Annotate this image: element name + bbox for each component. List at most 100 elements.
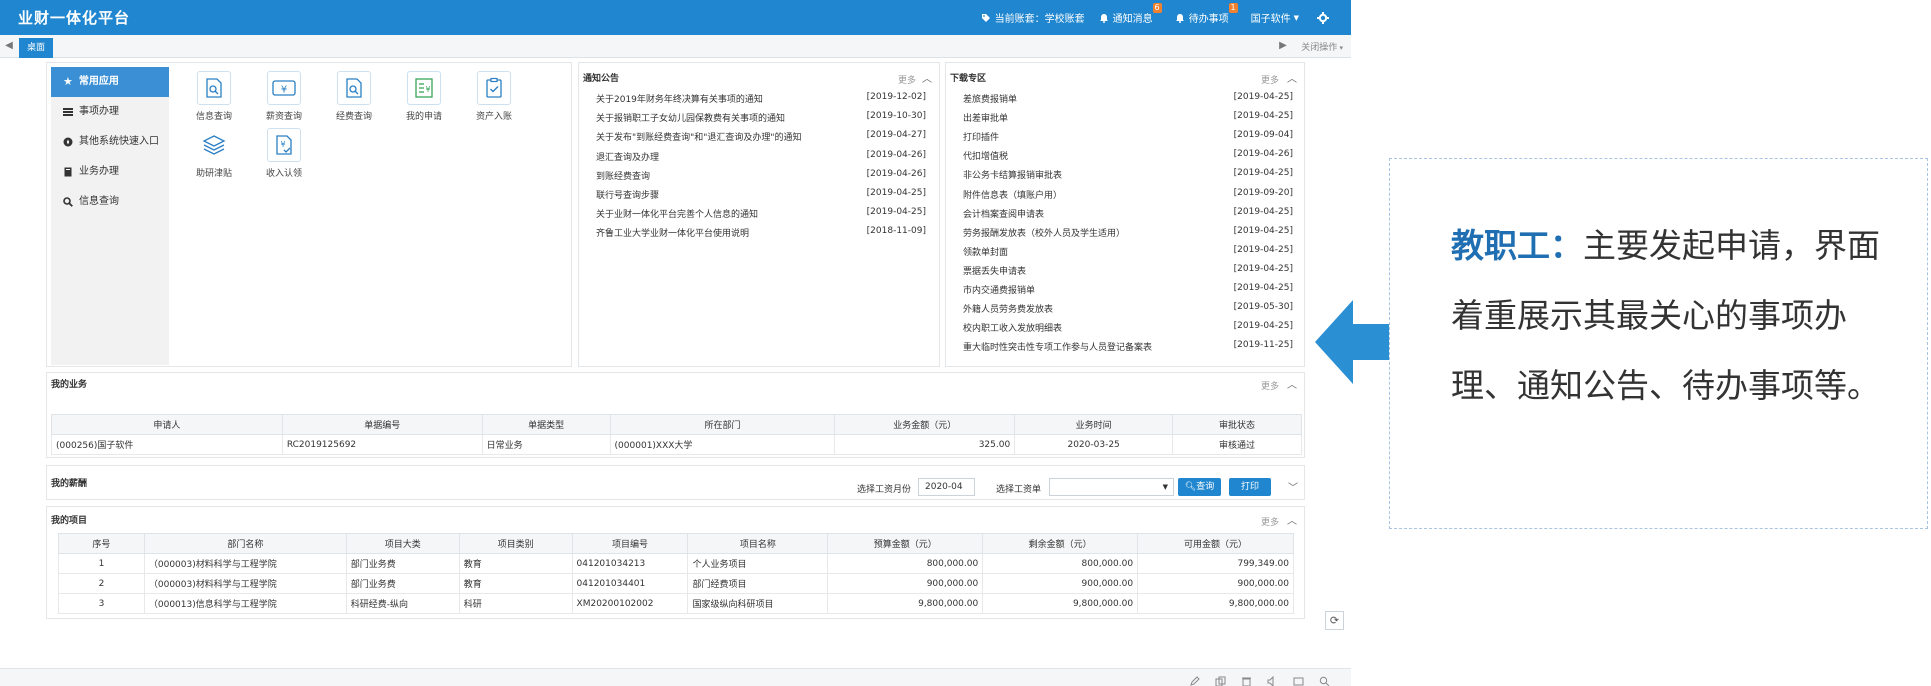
close-operations-label: 关闭操作 [1301, 43, 1338, 53]
download-item-title[interactable]: 外籍人员劳务费发放表 [963, 302, 1053, 315]
trash-icon[interactable] [1241, 672, 1253, 686]
download-item-title[interactable]: 会计档案查阅申请表 [963, 207, 1044, 220]
doc-check-icon: ¥ [267, 128, 301, 162]
app-fund-query[interactable]: 经费查询 [326, 71, 382, 122]
salary-month-input[interactable]: 2020-04 [918, 478, 975, 496]
download-item-title[interactable]: 差旅费报销单 [963, 92, 1017, 105]
app-income-claim[interactable]: ¥ 收入认领 [256, 128, 312, 179]
caret-down-icon: ▼ [1162, 483, 1168, 491]
app-research-allowance[interactable]: 助研津贴 [186, 128, 242, 179]
download-item-title[interactable]: 非公务卡结算报销审批表 [963, 168, 1062, 181]
table-row: 2 （000003)材料科学与工程学院 部门业务费 教育 041201034401 部门经… [58, 573, 1294, 594]
download-item-title[interactable]: 劳务报酬发放表（校外人员及学生适用） [963, 226, 1125, 239]
chevron-down-icon[interactable]: ﹀ [1288, 479, 1298, 494]
notice-item-title[interactable]: 到账经费查询 [596, 169, 650, 182]
refresh-button[interactable]: ⟳ [1325, 611, 1344, 630]
download-item-date: [2019-04-25] [1233, 283, 1293, 293]
notice-item-title[interactable]: 关于2019年财务年终决算有关事项的通知 [596, 92, 763, 105]
notice-item-date: [2019-04-27] [866, 130, 926, 141]
table-cell: 2020-03-25 [1014, 434, 1174, 455]
notice-item-title[interactable]: 联行号查询步骤 [596, 188, 659, 201]
sidebar-item-matters[interactable]: 事项办理 [51, 97, 169, 127]
edit-icon[interactable] [1189, 672, 1201, 686]
salary-sheet-select[interactable]: ▼ [1049, 478, 1174, 496]
collapse-up-icon[interactable]: ︿ [1287, 512, 1297, 527]
collapse-up-icon[interactable]: ︿ [922, 70, 932, 85]
table-cell: 2 [58, 573, 145, 594]
gear-icon [1317, 11, 1329, 24]
download-item-title[interactable]: 打印插件 [963, 130, 999, 143]
downloads-more-link[interactable]: 更多 [1261, 73, 1279, 86]
table-header: 部门名称 [143, 533, 347, 554]
close-operations-menu[interactable]: 关闭操作 ▾ [1301, 40, 1343, 53]
table-cell: （000013)信息科学与工程学院 [143, 593, 347, 614]
sidebar-item-business[interactable]: 业务办理 [51, 157, 169, 187]
my-business-more-link[interactable]: 更多 [1261, 379, 1279, 392]
todo-items[interactable]: 待办事项 1 [1175, 3, 1238, 25]
download-item-date: [2019-11-25] [1233, 340, 1293, 351]
table-cell: 800,000.00 [982, 553, 1139, 574]
my-business-table: 申请人 单据编号 单据类型 所在部门 业务金额（元） 业务时间 审批状态 (000256)国… [51, 414, 1302, 455]
table-cell: 325.00 [834, 434, 1016, 455]
svg-text:¥: ¥ [280, 140, 285, 149]
my-projects-table: 序号 部门名称 项目大类 项目类别 项目编号 项目名称 预算金额（元） 剩余金额（元） 可用金额… [58, 533, 1294, 614]
settings-button[interactable] [1317, 11, 1333, 24]
download-item-title[interactable]: 代扣增值税 [963, 149, 1008, 162]
callout-box: 教职工：主要发起申请，界面着重展示其最关心的事项办理、通知公告、待办事项等。 [1389, 158, 1928, 529]
download-item-title[interactable]: 票据丢失申请表 [963, 264, 1026, 277]
downloads-title: 下载专区 [950, 74, 987, 84]
status-footer [0, 668, 1351, 686]
window-icon[interactable] [1293, 672, 1305, 686]
notices-more-link[interactable]: 更多 [898, 73, 916, 86]
notice-messages[interactable]: 通知消息 6 [1099, 3, 1162, 25]
sidebar-item-other-systems[interactable]: 其他系统快速入口 [51, 127, 169, 157]
notice-item-title[interactable]: 关于业财一体化平台完善个人信息的通知 [596, 207, 758, 220]
zoom-icon[interactable] [1319, 672, 1331, 686]
table-cell: 教育 [458, 553, 573, 574]
volume-icon[interactable] [1267, 672, 1279, 686]
collapse-up-icon[interactable]: ︿ [1287, 376, 1297, 391]
table-cell: (000001)XXX大学 [609, 434, 836, 455]
notice-item-title[interactable]: 关于报销职工子女幼儿园保教费有关事项的通知 [596, 111, 785, 124]
notice-item-date: [2019-12-02] [866, 92, 926, 102]
tab-scroll-left-icon[interactable]: ◀ [2, 39, 16, 53]
app-asset-entry[interactable]: 资产入账 [466, 71, 522, 122]
app-label: 经费查询 [335, 112, 372, 122]
download-item-title[interactable]: 出差审批单 [963, 111, 1008, 124]
sidebar-item-info-query[interactable]: 信息查询 [51, 187, 169, 217]
download-item-title[interactable]: 附件信息表（填账户用） [963, 188, 1062, 201]
download-item-title[interactable]: 市内交通费报销单 [963, 283, 1035, 296]
tab-scroll-right-icon[interactable]: ▶ [1276, 39, 1290, 53]
table-cell: 审核通过 [1172, 434, 1302, 455]
app-salary-query[interactable]: ¥ 薪资查询 [256, 71, 312, 122]
download-item-title[interactable]: 领款单封面 [963, 245, 1008, 258]
tab-bar: ◀ 桌面 ▶ 关闭操作 ▾ [0, 35, 1351, 58]
notices-title: 通知公告 [583, 74, 620, 84]
copy-icon[interactable] [1215, 672, 1227, 686]
sidebar-item-common-apps[interactable]: ★ 常用应用 [51, 67, 169, 97]
notice-item-date: [2019-04-26] [866, 149, 926, 160]
tab-desk[interactable]: 桌面 [19, 38, 54, 58]
notice-item-title[interactable]: 退汇查询及办理 [596, 150, 659, 163]
download-item-date: [2019-04-25] [1233, 111, 1293, 122]
table-cell: 3 [58, 593, 145, 614]
app-my-applications[interactable]: ¥ 我的申请 [396, 71, 452, 122]
current-account-set[interactable]: 当前账套：学校账套 [981, 10, 1085, 25]
notice-item-title[interactable]: 关于发布"到账经费查询"和"退汇查询及办理"的通知 [596, 130, 802, 143]
notice-count-badge: 6 [1152, 3, 1162, 13]
collapse-up-icon[interactable]: ︿ [1287, 70, 1297, 85]
table-header: 业务金额（元） [834, 414, 1016, 435]
download-item-title[interactable]: 校内职工收入发放明细表 [963, 321, 1062, 334]
table-cell: 个人业务项目 [687, 553, 829, 574]
download-item-title[interactable]: 重大临时性突击性专项工作参与人员登记备案表 [963, 340, 1152, 353]
query-button[interactable]: 🔍︎查询 [1178, 478, 1221, 496]
notice-item-title[interactable]: 齐鲁工业大学业财一体化平台使用说明 [596, 226, 749, 239]
user-menu[interactable]: 国子软件 ▼ [1251, 10, 1299, 26]
app-info-query[interactable]: 信息查询 [186, 71, 242, 122]
my-projects-more-link[interactable]: 更多 [1261, 515, 1279, 528]
downloads-list: 差旅费报销单 [2019-04-25] 出差审批单 [2019-04-25] 打印插件 [… [963, 92, 1293, 362]
download-item-date: [2019-09-20] [1233, 187, 1293, 198]
layers-icon [197, 128, 231, 162]
print-button[interactable]: 打印 [1229, 478, 1271, 496]
svg-text:¥: ¥ [425, 85, 430, 94]
